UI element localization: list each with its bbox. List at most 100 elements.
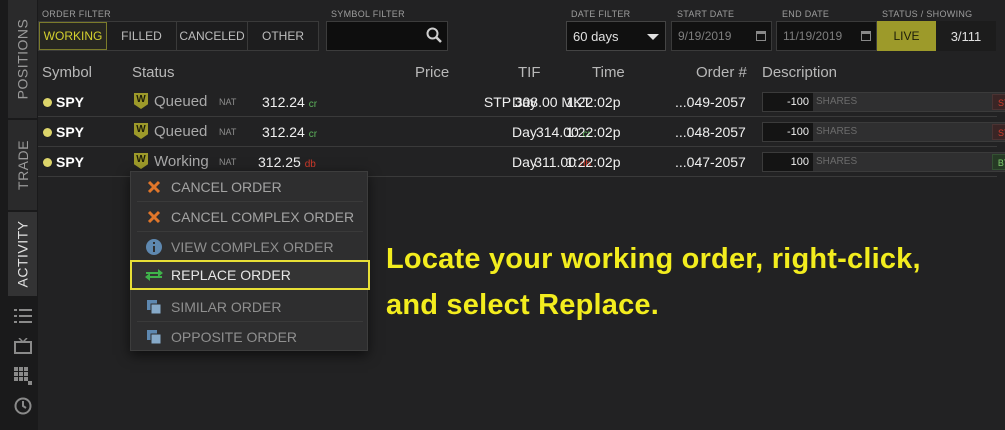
quantity: -100 bbox=[763, 93, 813, 111]
header-description[interactable]: Description bbox=[762, 64, 837, 81]
menu-item-replace-order[interactable]: REPLACE ORDER bbox=[130, 260, 370, 290]
order-filter-label: ORDER FILTER bbox=[42, 9, 111, 19]
table-header: Symbol Status Price TIF Time Order # Des… bbox=[38, 64, 1005, 84]
info-icon bbox=[143, 236, 165, 258]
tab-canceled[interactable]: CANCELED bbox=[177, 22, 248, 50]
left-sidebar: POSITIONS TRADE ACTIVITY bbox=[0, 0, 38, 430]
symbol-filter-label: SYMBOL FILTER bbox=[331, 9, 405, 19]
tab-activity[interactable]: ACTIVITY bbox=[8, 212, 38, 296]
start-date-label: START DATE bbox=[677, 9, 735, 19]
date-filter-select[interactable]: 60 days bbox=[566, 21, 666, 51]
nat-label: NAT bbox=[219, 127, 237, 137]
side-badge: STC bbox=[992, 94, 1005, 110]
unit-label: SHARES bbox=[816, 126, 858, 137]
tab-trade[interactable]: TRADE bbox=[8, 120, 38, 210]
order-description: 100 SHARES BTO bbox=[762, 152, 1005, 172]
end-date-field[interactable]: 11/19/2019 bbox=[776, 21, 877, 51]
opposite-icon bbox=[143, 326, 165, 348]
showing-count: 3/111 bbox=[936, 21, 996, 51]
menu-item-label: CANCEL COMPLEX ORDER bbox=[171, 208, 355, 225]
start-date-value: 9/19/2019 bbox=[678, 29, 732, 43]
nat-label: NAT bbox=[219, 157, 237, 167]
header-status[interactable]: Status bbox=[132, 64, 175, 81]
order-status: Queued bbox=[154, 93, 208, 110]
order-description: -100 SHARES STC bbox=[762, 122, 1005, 142]
callout-line-2: and select Replace. bbox=[386, 289, 659, 321]
nat-price: 312.25 db bbox=[258, 154, 316, 170]
date-filter-label: DATE FILTER bbox=[571, 9, 631, 19]
tab-working[interactable]: WORKING bbox=[39, 22, 107, 50]
working-status-icon: W bbox=[134, 123, 148, 139]
similar-icon bbox=[143, 296, 165, 318]
tif: Day bbox=[512, 124, 537, 140]
menu-item-label: SIMILAR ORDER bbox=[171, 298, 282, 315]
order-number: ...049-2057 bbox=[675, 94, 746, 110]
menu-item-cancel-order[interactable]: CANCEL ORDER bbox=[137, 172, 363, 202]
table-row[interactable]: SPY W Queued NAT 312.24 cr STP 308.00 MK… bbox=[38, 87, 1005, 117]
symbol: SPY bbox=[56, 124, 85, 140]
menu-item-cancel-complex-order[interactable]: CANCEL COMPLEX ORDER bbox=[137, 202, 363, 232]
menu-item-label: CANCEL ORDER bbox=[171, 178, 282, 195]
menu-item-label: OPPOSITE ORDER bbox=[171, 329, 298, 345]
date-filter-value: 60 days bbox=[573, 28, 619, 44]
menu-item-view-complex-order[interactable]: VIEW COMPLEX ORDER bbox=[137, 232, 363, 262]
nat-price: 312.24 cr bbox=[262, 124, 318, 140]
quantity: 100 bbox=[763, 153, 813, 171]
header-price[interactable]: Price bbox=[415, 64, 449, 81]
menu-item-similar-order[interactable]: SIMILAR ORDER bbox=[137, 292, 363, 322]
search-icon[interactable] bbox=[426, 27, 442, 48]
calendar-icon[interactable] bbox=[756, 31, 766, 41]
start-date-field[interactable]: 9/19/2019 bbox=[671, 21, 772, 51]
x-icon bbox=[143, 176, 165, 198]
list-icon[interactable] bbox=[13, 306, 33, 326]
x-icon bbox=[143, 206, 165, 228]
symbol: SPY bbox=[56, 154, 85, 170]
order-description: -100 SHARES STC bbox=[762, 92, 1005, 112]
working-status-icon: W bbox=[134, 93, 148, 109]
table-row[interactable]: SPY W Queued NAT 312.24 cr 314.00 cr Day… bbox=[38, 117, 1005, 147]
menu-item-label: VIEW COMPLEX ORDER bbox=[171, 238, 334, 255]
clock-icon[interactable] bbox=[13, 396, 33, 416]
order-time: 1:22:02p bbox=[566, 94, 621, 110]
tab-filled[interactable]: FILLED bbox=[107, 22, 177, 50]
tab-other[interactable]: OTHER bbox=[248, 22, 318, 50]
live-button[interactable]: LIVE bbox=[877, 21, 936, 51]
order-status: Working bbox=[154, 153, 209, 170]
order-status: Queued bbox=[154, 123, 208, 140]
order-filter-tabs: WORKING FILLED CANCELED OTHER bbox=[38, 21, 319, 51]
status-dot bbox=[43, 98, 52, 107]
side-badge: BTO bbox=[992, 154, 1005, 170]
order-number: ...048-2057 bbox=[675, 124, 746, 140]
header-tif[interactable]: TIF bbox=[518, 64, 541, 81]
order-number: ...047-2057 bbox=[675, 154, 746, 170]
header-time[interactable]: Time bbox=[592, 64, 625, 81]
status-showing-label: STATUS / SHOWING bbox=[882, 9, 973, 19]
menu-item-opposite-order[interactable]: OPPOSITE ORDER bbox=[137, 322, 363, 352]
tv-icon[interactable] bbox=[13, 336, 33, 356]
context-menu: CANCEL ORDER CANCEL COMPLEX ORDER VIEW C… bbox=[130, 171, 370, 352]
side-badge: STC bbox=[992, 124, 1005, 140]
calendar-icon[interactable] bbox=[861, 31, 871, 41]
status-dot bbox=[43, 158, 52, 167]
status-dot bbox=[43, 128, 52, 137]
nat-label: NAT bbox=[219, 97, 237, 107]
working-status-icon: W bbox=[134, 153, 148, 169]
heatmap-icon[interactable] bbox=[13, 366, 33, 386]
header-order-number[interactable]: Order # bbox=[696, 64, 747, 81]
unit-label: SHARES bbox=[816, 96, 858, 107]
end-date-value: 11/19/2019 bbox=[783, 29, 843, 43]
chevron-down-icon bbox=[647, 34, 659, 40]
tab-positions[interactable]: POSITIONS bbox=[8, 0, 38, 118]
replace-icon bbox=[143, 264, 165, 286]
header-symbol[interactable]: Symbol bbox=[42, 64, 92, 81]
nat-price: 312.24 cr bbox=[262, 94, 318, 110]
order-time: 1:22:02p bbox=[566, 154, 621, 170]
menu-item-label: REPLACE ORDER bbox=[171, 267, 291, 283]
callout-line-1: Locate your working order, right-click, bbox=[386, 243, 921, 275]
symbol: SPY bbox=[56, 94, 85, 110]
symbol-filter-input[interactable] bbox=[326, 21, 448, 51]
quantity: -100 bbox=[763, 123, 813, 141]
order-time: 1:22:02p bbox=[566, 124, 621, 140]
tif: Day bbox=[512, 154, 537, 170]
end-date-label: END DATE bbox=[782, 9, 830, 19]
